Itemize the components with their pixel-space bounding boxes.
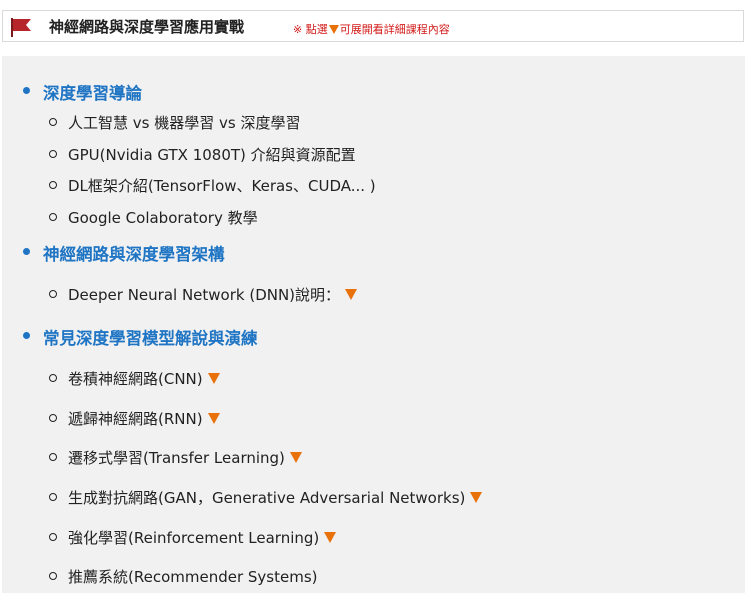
expand-arrow-icon[interactable] [289,452,302,463]
list-item-label: 人工智慧 vs 機器學習 vs 深度學習 [68,114,301,132]
list-item-expandable[interactable]: 遞歸神經網路(RNN) [68,408,220,429]
list-item: 人工智慧 vs 機器學習 vs 深度學習 [68,112,300,133]
list-item-label: GPU(Nvidia GTX 1080T) 介紹與資源配置 [68,146,356,164]
hint-prefix: ※ 點選 [293,23,328,36]
list-item-label: Google Colaboratory 教學 [68,209,258,227]
list-item-expandable[interactable]: 遷移式學習(Transfer Learning) [68,447,302,468]
list-item-label: 遷移式學習(Transfer Learning) [68,449,285,467]
course-header: 神經網路與深度學習應用實戰 ※ 點選 可展開看詳細課程內容 [2,10,744,42]
circle-bullet-icon [49,213,57,221]
circle-bullet-icon [49,290,57,298]
circle-bullet-icon [49,453,57,461]
bullet-icon [23,332,30,339]
page-title: 神經網路與深度學習應用實戰 [49,18,245,36]
flag-icon [11,18,31,37]
circle-bullet-icon [49,533,57,541]
circle-bullet-icon [49,118,57,126]
bullet-icon [23,87,30,94]
expand-hint: ※ 點選 可展開看詳細課程內容 [293,21,450,37]
list-item: GPU(Nvidia GTX 1080T) 介紹與資源配置 [68,144,356,165]
expand-arrow-icon[interactable] [207,413,220,424]
list-item: 推薦系統(Recommender Systems) [68,566,318,587]
list-item-expandable[interactable]: 強化學習(Reinforcement Learning) [68,527,337,548]
list-item-expandable[interactable]: Deeper Neural Network (DNN)說明： [68,284,358,305]
circle-bullet-icon [49,572,57,580]
list-item-expandable[interactable]: 生成對抗網路(GAN，Generative Adversarial Networ… [68,487,483,508]
section-title: 深度學習導論 [43,84,142,103]
section-title: 常見深度學習模型解說與演練 [43,329,258,348]
triangle-down-icon [328,24,339,34]
list-item-expandable[interactable]: 卷積神經網路(CNN) [68,368,220,389]
list-item-label: 強化學習(Reinforcement Learning) [68,529,320,547]
circle-bullet-icon [49,374,57,382]
circle-bullet-icon [49,181,57,189]
bullet-icon [23,248,30,255]
hint-suffix: 可展開看詳細課程內容 [339,23,450,36]
expand-arrow-icon[interactable] [324,532,337,543]
circle-bullet-icon [49,493,57,501]
list-item-label: 生成對抗網路(GAN，Generative Adversarial Networ… [68,489,466,507]
expand-arrow-icon[interactable] [207,373,220,384]
circle-bullet-icon [49,150,57,158]
list-item-label: 卷積神經網路(CNN) [68,370,203,388]
list-item: DL框架介紹(TensorFlow、Keras、CUDA... ) [68,175,376,196]
list-item-label: DL框架介紹(TensorFlow、Keras、CUDA... ) [68,177,376,195]
list-item-label: 推薦系統(Recommender Systems) [68,568,318,586]
expand-arrow-icon[interactable] [345,289,358,300]
course-outline-panel: 深度學習導論 人工智慧 vs 機器學習 vs 深度學習 GPU(Nvidia G… [2,56,745,593]
list-item-label: 遞歸神經網路(RNN) [68,410,203,428]
section-title: 神經網路與深度學習架構 [43,245,225,264]
expand-arrow-icon[interactable] [470,492,483,503]
list-item-label: Deeper Neural Network (DNN)說明： [68,286,341,304]
circle-bullet-icon [49,414,57,422]
list-item: Google Colaboratory 教學 [68,207,258,228]
